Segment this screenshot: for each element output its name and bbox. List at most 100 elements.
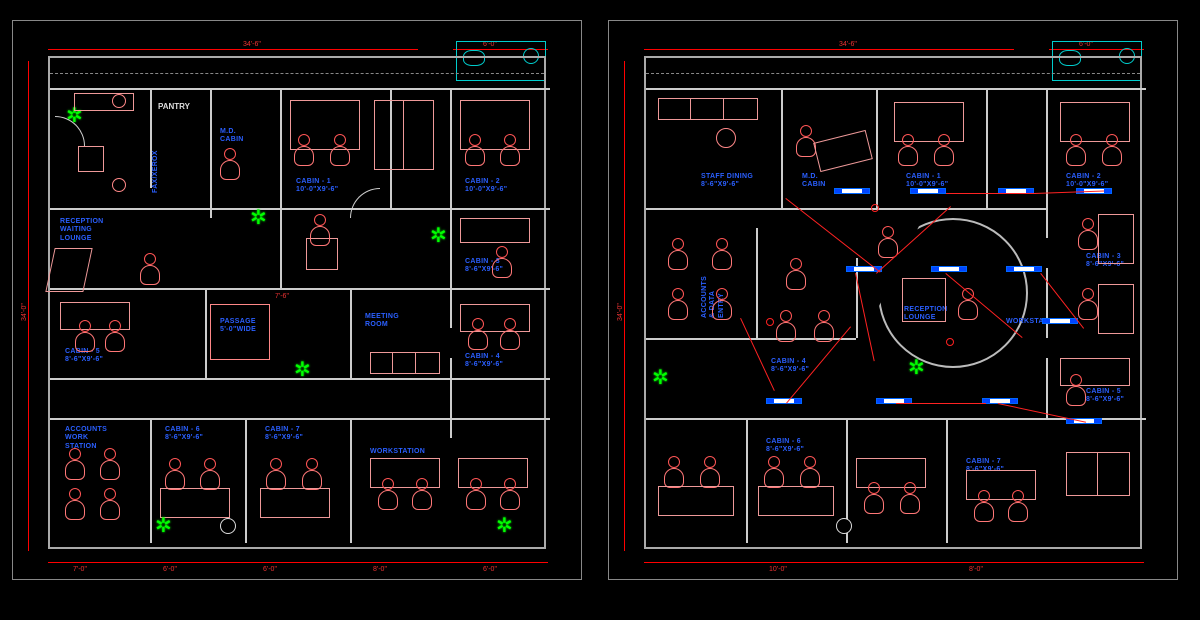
- door-symbol: [220, 518, 236, 534]
- dim: 6'-0": [163, 566, 177, 573]
- md-label: M.D. CABIN: [802, 173, 826, 190]
- wall: [646, 88, 1146, 90]
- table: [210, 304, 270, 360]
- plant-icon: ✲: [294, 360, 311, 380]
- person-icon: [100, 488, 118, 520]
- person-icon: [500, 478, 518, 510]
- person-icon: [220, 148, 238, 180]
- wall: [946, 418, 948, 543]
- cabin6-label: CABIN - 6 8'-6"X9'-6": [165, 426, 203, 443]
- dim-left: 34'-0": [617, 303, 624, 321]
- cabin4-label: CABIN - 4 8'-6"X9'-6": [771, 358, 809, 375]
- person-icon: [1078, 218, 1096, 250]
- sink-icon: [112, 178, 126, 192]
- cabinet: [374, 100, 434, 170]
- wall: [50, 88, 550, 90]
- wall: [986, 88, 988, 208]
- reception-desk: [902, 278, 946, 322]
- wall: [280, 88, 282, 288]
- dim: 7'-0": [73, 566, 87, 573]
- wall: [1046, 268, 1048, 338]
- ws-label: WORKSTATION: [370, 448, 425, 456]
- wall: [450, 358, 452, 438]
- building-outline: STAFF DINING 8'-6"X9'-6" M.D. CABIN CABI…: [644, 56, 1142, 549]
- person-icon: [412, 478, 430, 510]
- person-icon: [266, 458, 284, 490]
- person-icon: [500, 134, 518, 166]
- wall: [205, 288, 207, 378]
- person-icon: [814, 310, 832, 342]
- cabin2-label: CABIN - 2 10'-0"X9'-6": [465, 178, 507, 195]
- desk: [260, 488, 330, 518]
- dim-line: [624, 61, 625, 551]
- light-fixture-icon: [1042, 318, 1078, 324]
- switch-icon: [871, 204, 879, 212]
- person-icon: [65, 488, 83, 520]
- cad-drawing-canvas[interactable]: 34'-6" 6'-0" 34'-0": [0, 0, 1200, 620]
- person-icon: [974, 490, 992, 522]
- table: [78, 146, 104, 172]
- building-outline: PANTRY FAX/XEROX M.D. CABIN RECEPTION WA…: [48, 56, 546, 549]
- dim: 8'-0": [969, 566, 983, 573]
- dim-line: [28, 61, 29, 551]
- person-icon: [796, 125, 814, 157]
- wall: [245, 418, 247, 543]
- staff-dining-label: STAFF DINING 8'-6"X9'-6": [701, 173, 753, 190]
- corridor-dim: 7'-6": [275, 293, 289, 300]
- person-icon: [712, 288, 730, 320]
- person-icon: [700, 456, 718, 488]
- person-icon: [140, 253, 158, 285]
- wall: [756, 228, 758, 338]
- person-icon: [378, 478, 396, 510]
- desk: [1098, 284, 1134, 334]
- floorplan-left[interactable]: 34'-6" 6'-0" 34'-0": [12, 20, 582, 580]
- person-icon: [958, 288, 976, 320]
- light-fixture-icon: [766, 398, 802, 404]
- person-icon: [1066, 374, 1084, 406]
- desk: [1098, 214, 1134, 264]
- hatch: [646, 73, 1140, 75]
- dim-line: [48, 562, 548, 563]
- curved-wall: [878, 218, 1028, 368]
- person-icon: [492, 246, 510, 278]
- person-icon: [664, 456, 682, 488]
- person-icon: [776, 310, 794, 342]
- dim: 10'-0": [769, 566, 787, 573]
- wall: [350, 418, 352, 543]
- md-label: M.D. CABIN: [220, 128, 244, 145]
- door-arc: [350, 188, 380, 218]
- person-icon: [864, 482, 882, 514]
- plant-icon: ✲: [430, 226, 447, 246]
- person-icon: [465, 134, 483, 166]
- wall: [350, 288, 352, 378]
- cabin1-label: CABIN - 1 10'-0"X9'-6": [296, 178, 338, 195]
- pantry-label: PANTRY: [158, 102, 190, 111]
- round-table: [716, 128, 736, 148]
- cabin5-label: CABIN - 5 8'-6"X9'-6": [1086, 388, 1124, 405]
- floorplan-right[interactable]: 34'-6" 6'-0" 34'-0": [608, 20, 1178, 580]
- desk: [658, 486, 734, 516]
- cabinet: [1066, 452, 1130, 496]
- person-icon: [75, 320, 93, 352]
- plant-icon: ✲: [652, 368, 669, 388]
- person-icon: [1102, 134, 1120, 166]
- reception-label: RECEPTION WAITING LOUNGE: [60, 218, 104, 243]
- person-icon: [310, 214, 328, 246]
- dim-line: [644, 49, 1014, 50]
- plant-icon: ✲: [496, 516, 513, 536]
- dim-line: [644, 562, 1144, 563]
- wall: [1046, 358, 1048, 418]
- light-fixture-icon: [834, 188, 870, 194]
- sink-icon: [112, 94, 126, 108]
- fax-label: FAX/XEROX: [152, 150, 160, 193]
- wall: [50, 418, 550, 420]
- dim-left: 34'-0": [21, 303, 28, 321]
- wall: [781, 88, 783, 208]
- person-icon: [668, 288, 686, 320]
- switch-icon: [766, 318, 774, 326]
- person-icon: [786, 258, 804, 290]
- person-icon: [800, 456, 818, 488]
- person-icon: [294, 134, 312, 166]
- person-icon: [898, 134, 916, 166]
- dim: 6'-0": [483, 566, 497, 573]
